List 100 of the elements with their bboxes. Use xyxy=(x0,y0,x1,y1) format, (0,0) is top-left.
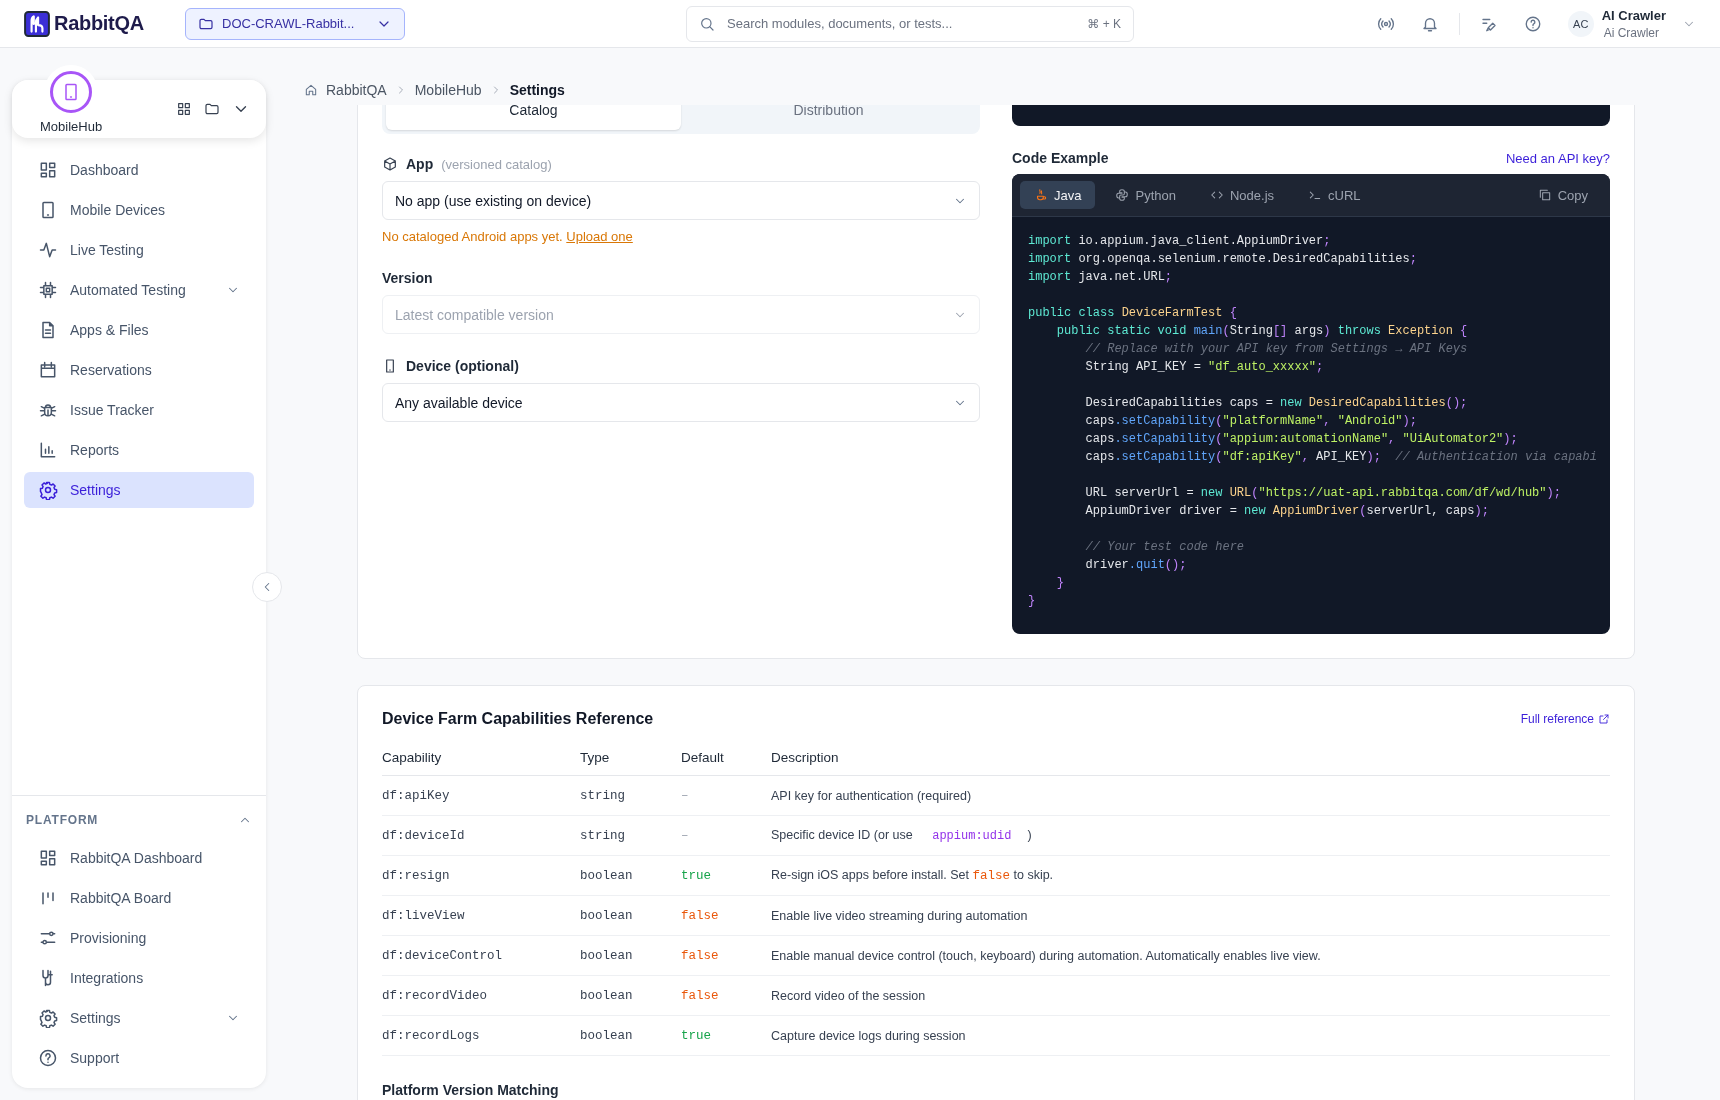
user-name: AI Crawler xyxy=(1601,7,1666,23)
code-line: String API_KEY = "df_auto_xxxxx"; xyxy=(1084,359,1325,376)
table-cell: false xyxy=(681,895,771,936)
table-cell: false xyxy=(681,935,771,976)
sidebar-item[interactable]: Settings xyxy=(24,1000,254,1036)
language-tab[interactable]: cURL xyxy=(1294,181,1375,209)
project-selector[interactable]: DOC-CRAWL-Rabbit... xyxy=(185,7,405,40)
section-heading: Code Example xyxy=(1012,150,1109,166)
search-field[interactable]: Search modules, documents, or tests... xyxy=(725,15,1078,32)
code-line: driver.quit(); xyxy=(1084,557,1188,574)
column-header: Capability xyxy=(382,750,580,776)
breadcrumb-link[interactable]: MobileHub xyxy=(414,81,482,98)
sidebar-item[interactable]: RabbitQA Board xyxy=(24,880,254,916)
table-cell: boolean xyxy=(580,855,681,896)
device-select[interactable]: Any available device xyxy=(382,383,980,422)
section-heading: Platform Version Matching xyxy=(382,1082,560,1098)
table-cell: true xyxy=(681,855,771,896)
sidebar-item[interactable]: Dashboard xyxy=(24,152,254,188)
full-reference-link[interactable]: Full reference xyxy=(1520,712,1610,726)
code-line: import io.appium.java_client.AppiumDriver; xyxy=(1028,233,1332,250)
code-line: import org.openqa.selenium.remote.DesiredCapabilities; xyxy=(1028,251,1418,268)
terminal-icon xyxy=(1308,188,1323,202)
sidebar-item[interactable]: Automated Testing xyxy=(24,272,254,308)
table-cell: df:liveView xyxy=(382,895,580,936)
table-cell: Record video of the session xyxy=(771,975,1610,1016)
rabbit-logo-icon xyxy=(24,10,50,37)
sidebar-item[interactable]: Live Testing xyxy=(24,232,254,268)
code-line: public class DeviceFarmTest { xyxy=(1028,305,1238,322)
sidebar-item[interactable]: RabbitQA Dashboard xyxy=(24,840,254,876)
tab[interactable]: Catalog xyxy=(386,105,681,130)
section-heading: Device Farm Capabilities Reference xyxy=(382,710,654,728)
table-cell: Specific device ID (or use appium:udid ) xyxy=(771,815,1610,856)
folder-icon[interactable] xyxy=(204,101,220,117)
settings-icon xyxy=(38,480,58,500)
table-cell: API key for authentication (required) xyxy=(771,775,1610,816)
table-cell: boolean xyxy=(580,895,681,936)
code-line: caps.setCapability("appium:automationName", "UiAutomator2"); xyxy=(1084,431,1519,448)
sidebar-item[interactable]: Settings xyxy=(24,472,254,508)
code-line: // Your test code here xyxy=(1084,539,1246,556)
sidebar-item[interactable]: Apps & Files xyxy=(24,312,254,348)
section-heading: PLATFORM xyxy=(26,813,99,827)
sidebar-item[interactable]: Provisioning xyxy=(24,920,254,956)
table-cell: false xyxy=(681,975,771,1016)
sidebar-item[interactable]: Reservations xyxy=(24,352,254,388)
breadcrumb-link[interactable]: Settings xyxy=(509,81,565,98)
column-header: Description xyxy=(771,750,1610,776)
code-line: } xyxy=(1055,575,1065,592)
language-tab[interactable]: Node.js xyxy=(1195,181,1289,209)
code-line: caps.setCapability("df:apiKey", API_KEY); // Authentication via capabi xyxy=(1084,449,1594,466)
table-cell: Capture device logs during session xyxy=(771,1015,1610,1056)
bar-chart-icon xyxy=(38,440,58,460)
copy-icon xyxy=(1537,188,1552,202)
column-header: Default xyxy=(681,750,771,776)
table-cell: df:recordVideo xyxy=(382,975,580,1016)
grid-icon xyxy=(38,160,58,180)
sliders-icon xyxy=(38,928,58,948)
home-icon xyxy=(304,82,318,97)
help-icon xyxy=(38,1048,58,1068)
field-label: Device (optional) xyxy=(406,358,519,374)
api-key-link[interactable]: Need an API key? xyxy=(1505,150,1610,166)
grid-icon[interactable] xyxy=(176,101,192,117)
field-hint: (versioned catalog) xyxy=(441,156,552,172)
table-cell: Enable live video streaming during automation xyxy=(771,895,1610,936)
user-avatar[interactable]: AC xyxy=(1567,10,1594,37)
language-tab[interactable]: Java xyxy=(1020,181,1096,209)
grid-icon xyxy=(38,848,58,868)
settings-icon xyxy=(38,1008,58,1028)
calendar-icon xyxy=(38,360,58,380)
code-line: caps.setCapability("platformName", "Android"); xyxy=(1084,413,1418,430)
keyboard-shortcut: ⌘ + K xyxy=(1087,16,1121,31)
app-select[interactable]: No app (use existing on device) xyxy=(382,181,980,220)
copy-button[interactable]: Copy xyxy=(1523,181,1602,209)
table-cell: – xyxy=(681,775,771,816)
table-cell: df:deviceControl xyxy=(382,935,580,976)
sidebar-item[interactable]: Issue Tracker xyxy=(24,392,254,428)
code-icon xyxy=(1209,188,1224,202)
search-bar[interactable]: Search modules, documents, or tests... ⌘ + K xyxy=(686,5,1134,42)
external-link-icon xyxy=(1598,713,1610,725)
breadcrumb-link[interactable]: RabbitQA xyxy=(326,81,387,98)
table-cell: boolean xyxy=(580,1015,681,1056)
table-cell: df:apiKey xyxy=(382,775,580,816)
tab[interactable]: Distribution xyxy=(681,105,976,130)
table-cell: – xyxy=(681,815,771,856)
pulse-icon xyxy=(38,240,58,260)
table-cell: df:resign xyxy=(382,855,580,896)
table-cell: string xyxy=(580,775,681,816)
code-line: DesiredCapabilities caps = new DesiredCapabilities(); xyxy=(1084,395,1469,412)
language-tab[interactable]: Python xyxy=(1101,181,1190,209)
warning-message: No cataloged Android apps yet. Upload one xyxy=(382,229,634,244)
table-cell: boolean xyxy=(580,935,681,976)
table-cell: Enable manual device control (touch, keyboard) during automation. Automatically enables live view. xyxy=(771,935,1610,976)
sidebar-item[interactable]: Reports xyxy=(24,432,254,468)
workspace-name: MobileHub xyxy=(40,118,103,134)
table-cell: df:deviceId xyxy=(382,815,580,856)
sidebar-item[interactable]: Integrations xyxy=(24,960,254,996)
sidebar-item[interactable]: Mobile Devices xyxy=(24,192,254,228)
help-icon[interactable] xyxy=(1523,14,1542,33)
code-line: URL serverUrl = new URL("https://uat-api.rabbitqa.com/df/wd/hub"); xyxy=(1084,485,1562,502)
chip-icon xyxy=(38,280,58,300)
sidebar-item[interactable]: Support xyxy=(24,1040,254,1076)
